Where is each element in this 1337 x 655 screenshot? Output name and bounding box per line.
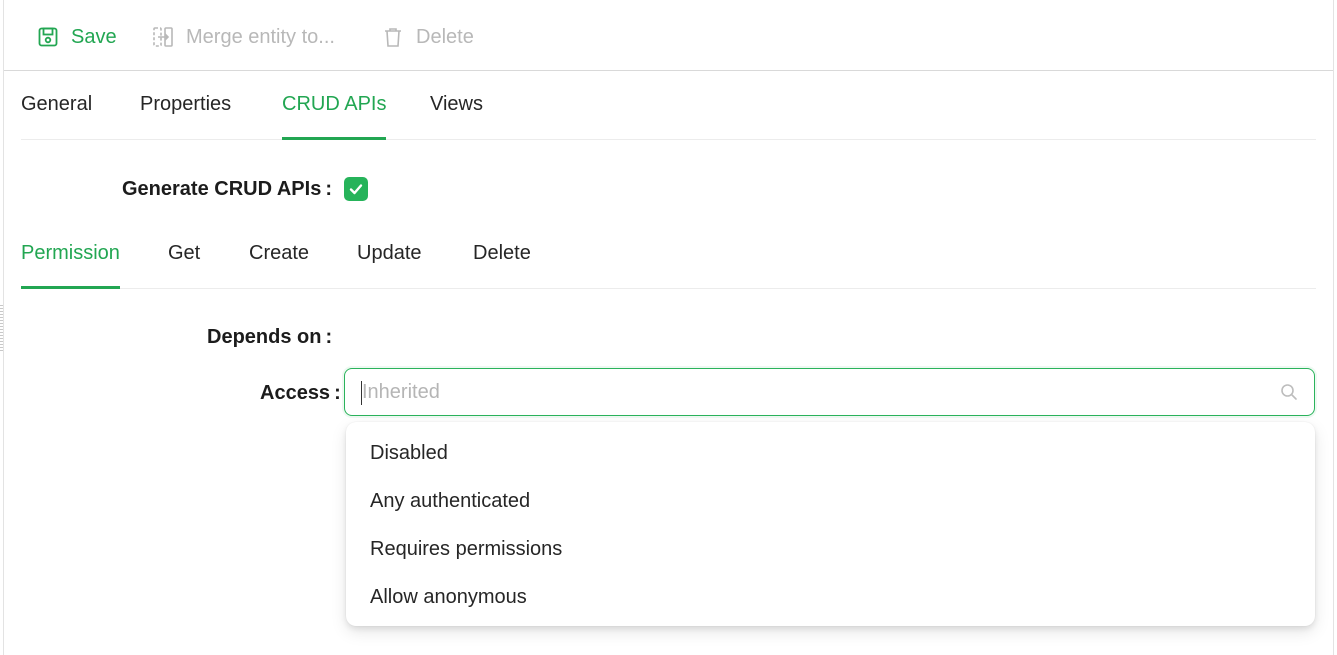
- tab-crud-apis[interactable]: CRUD APIs: [282, 93, 387, 140]
- tab-label: Views: [430, 93, 483, 115]
- tab-label: General: [21, 93, 93, 115]
- trash-icon: [385, 28, 401, 47]
- access-label: Access:: [260, 382, 341, 404]
- tab-label: Create: [249, 242, 310, 264]
- merge-icon: [153, 27, 173, 47]
- search-icon: [1281, 384, 1297, 400]
- option-disabled[interactable]: Disabled: [370, 442, 448, 465]
- tab-views[interactable]: Views: [430, 93, 483, 116]
- generate-crud-checkbox[interactable]: [344, 177, 368, 201]
- tab-update[interactable]: Update: [357, 242, 422, 265]
- access-text: Access: [260, 382, 331, 404]
- access-select[interactable]: Inherited: [344, 368, 1315, 416]
- tab-label: Delete: [473, 242, 531, 264]
- main-tabs: General Properties CRUD APIs Views: [21, 71, 1316, 140]
- access-placeholder: Inherited: [362, 381, 440, 403]
- tab-create[interactable]: Create: [249, 242, 309, 265]
- tab-label: Update: [357, 242, 422, 264]
- save-label: Save: [71, 25, 117, 48]
- tab-label: CRUD APIs: [282, 93, 387, 115]
- tab-label: Properties: [140, 93, 232, 115]
- entity-editor-panel: Save Merge entity to... Delete General P…: [3, 0, 1334, 655]
- option-any-authenticated[interactable]: Any authenticated: [370, 490, 530, 513]
- active-tab-indicator: [21, 286, 120, 289]
- depends-on-label: Depends on:: [207, 326, 333, 348]
- delete-label: Delete: [416, 25, 474, 48]
- tab-get[interactable]: Get: [168, 242, 200, 265]
- tab-properties[interactable]: Properties: [140, 93, 231, 116]
- merge-label: Merge entity to...: [186, 25, 335, 48]
- tab-general[interactable]: General: [21, 93, 92, 116]
- save-button[interactable]: Save: [37, 22, 117, 52]
- crud-tabs: Permission Get Create Update Delete: [21, 220, 1316, 289]
- generate-crud-label: Generate CRUD APIs:: [122, 178, 332, 200]
- toolbar: Save Merge entity to... Delete: [4, 0, 1333, 71]
- check-icon: [349, 184, 363, 195]
- access-dropdown: Disabled Any authenticated Requires perm…: [346, 422, 1315, 626]
- active-tab-indicator: [282, 137, 387, 140]
- tab-label: Permission: [21, 242, 120, 264]
- generate-crud-text: Generate CRUD APIs: [122, 178, 322, 200]
- depends-on-text: Depends on: [207, 326, 322, 348]
- tab-permission[interactable]: Permission: [21, 242, 120, 289]
- merge-entity-button[interactable]: Merge entity to...: [152, 22, 335, 52]
- option-requires-permissions[interactable]: Requires permissions: [370, 538, 562, 561]
- tab-label: Get: [168, 242, 201, 264]
- save-icon: [38, 27, 58, 47]
- option-allow-anonymous[interactable]: Allow anonymous: [370, 586, 527, 609]
- tab-delete[interactable]: Delete: [473, 242, 531, 265]
- delete-button[interactable]: Delete: [382, 22, 474, 52]
